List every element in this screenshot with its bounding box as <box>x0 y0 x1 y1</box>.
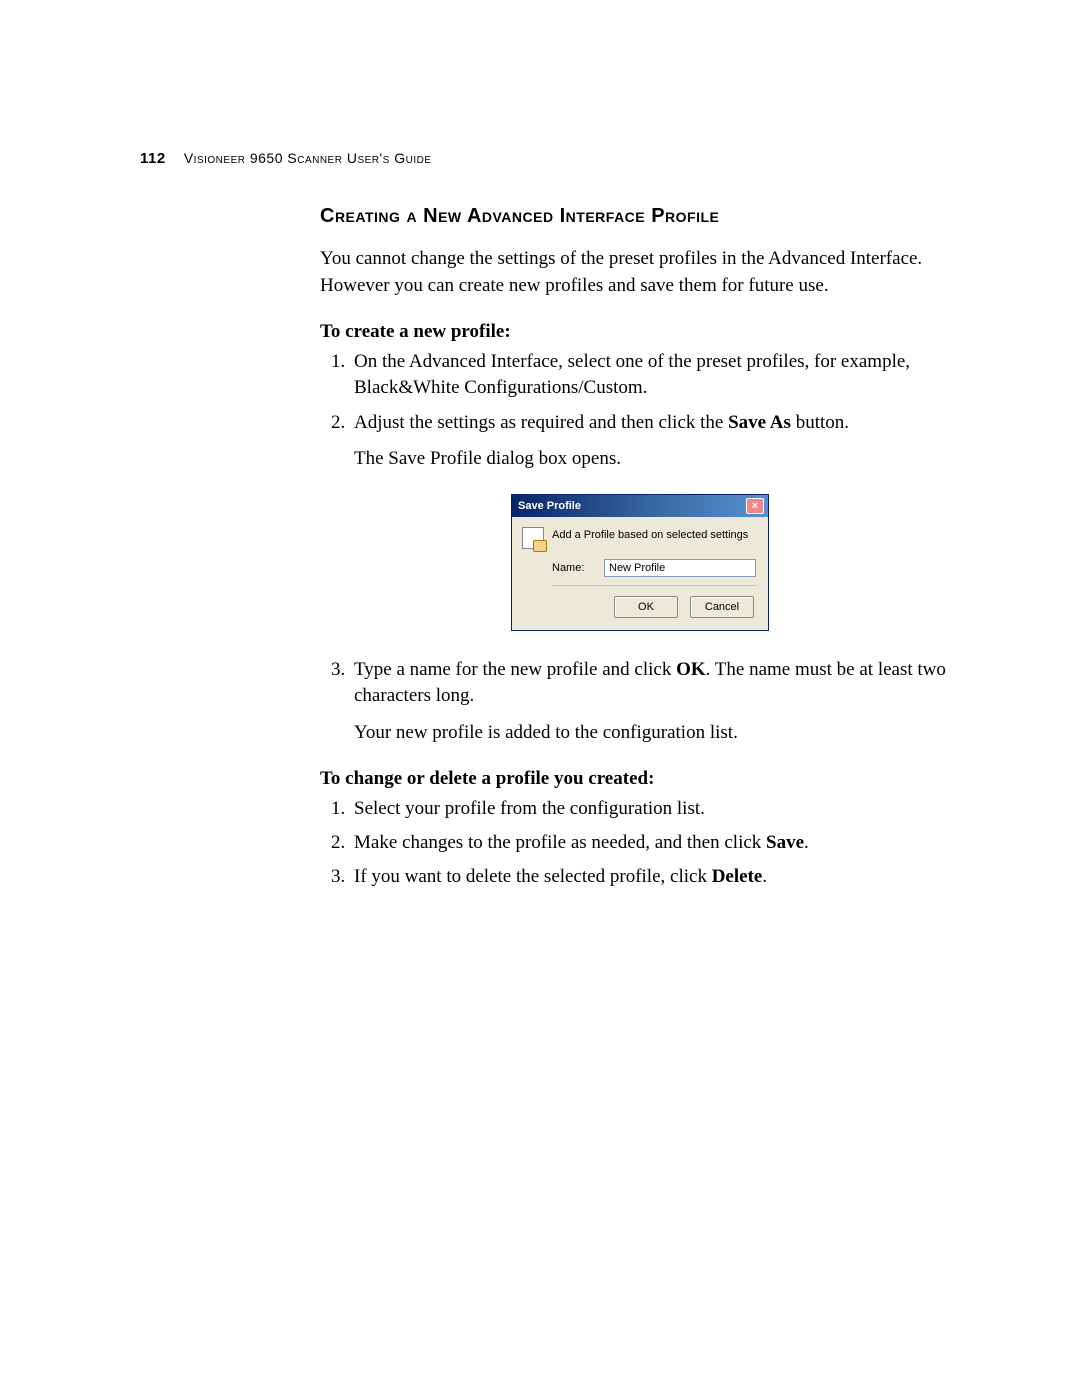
list-item: Select your profile from the configurati… <box>350 796 960 822</box>
step-text: On the Advanced Interface, select one of… <box>354 351 910 398</box>
list-item: Make changes to the profile as needed, a… <box>350 830 960 856</box>
dialog-buttons: OK Cancel <box>522 596 756 618</box>
step-text: Type a name for the new profile and clic… <box>354 659 676 680</box>
step-text: . <box>804 832 809 853</box>
step-text: Adjust the settings as required and then… <box>354 412 728 433</box>
step-text: If you want to delete the selected profi… <box>354 866 712 887</box>
bold-text: Save As <box>728 412 791 433</box>
step-text: Select your profile from the configurati… <box>354 798 705 819</box>
list-item: Adjust the settings as required and then… <box>350 410 960 472</box>
dialog-name-row: Name: <box>552 559 756 577</box>
dialog-message-row: Add a Profile based on selected settings <box>522 527 756 549</box>
running-title: Visioneer 9650 Scanner User's Guide <box>184 150 432 166</box>
create-steps: On the Advanced Interface, select one of… <box>320 349 960 472</box>
dialog-title: Save Profile <box>518 500 581 512</box>
bold-text: Delete <box>712 866 763 887</box>
step-text: . <box>762 866 767 887</box>
content: Creating a New Advanced Interface Profil… <box>320 205 960 890</box>
ok-button[interactable]: OK <box>614 596 678 618</box>
dialog-message: Add a Profile based on selected settings <box>552 527 748 541</box>
change-steps: Select your profile from the configurati… <box>320 796 960 891</box>
cancel-button[interactable]: Cancel <box>690 596 754 618</box>
close-icon[interactable]: × <box>746 498 764 514</box>
create-subhead: To create a new profile: <box>320 321 960 343</box>
name-label: Name: <box>552 562 594 574</box>
running-header: 112 Visioneer 9650 Scanner User's Guide <box>140 150 432 167</box>
step-text: Make changes to the profile as needed, a… <box>354 832 766 853</box>
page-number: 112 <box>140 150 166 167</box>
page: 112 Visioneer 9650 Scanner User's Guide … <box>0 0 1080 1397</box>
list-item: On the Advanced Interface, select one of… <box>350 349 960 401</box>
list-item: Type a name for the new profile and clic… <box>350 657 960 746</box>
step-followup: The Save Profile dialog box opens. <box>354 446 960 472</box>
step-followup: Your new profile is added to the configu… <box>354 720 960 746</box>
bold-text: Save <box>766 832 804 853</box>
list-item: If you want to delete the selected profi… <box>350 864 960 890</box>
dialog-titlebar[interactable]: Save Profile × <box>512 495 768 517</box>
intro-paragraph: You cannot change the settings of the pr… <box>320 246 960 299</box>
change-subhead: To change or delete a profile you create… <box>320 768 960 790</box>
profile-icon <box>522 527 544 549</box>
profile-name-input[interactable] <box>604 559 756 577</box>
bold-text: OK <box>676 659 706 680</box>
save-profile-dialog: Save Profile × Add a Profile based on se… <box>511 494 769 631</box>
dialog-separator <box>552 585 756 586</box>
dialog-figure: Save Profile × Add a Profile based on se… <box>511 494 769 631</box>
create-steps-continued: Type a name for the new profile and clic… <box>320 657 960 746</box>
dialog-body: Add a Profile based on selected settings… <box>512 517 768 630</box>
section-heading: Creating a New Advanced Interface Profil… <box>320 205 960 228</box>
step-text: button. <box>791 412 849 433</box>
